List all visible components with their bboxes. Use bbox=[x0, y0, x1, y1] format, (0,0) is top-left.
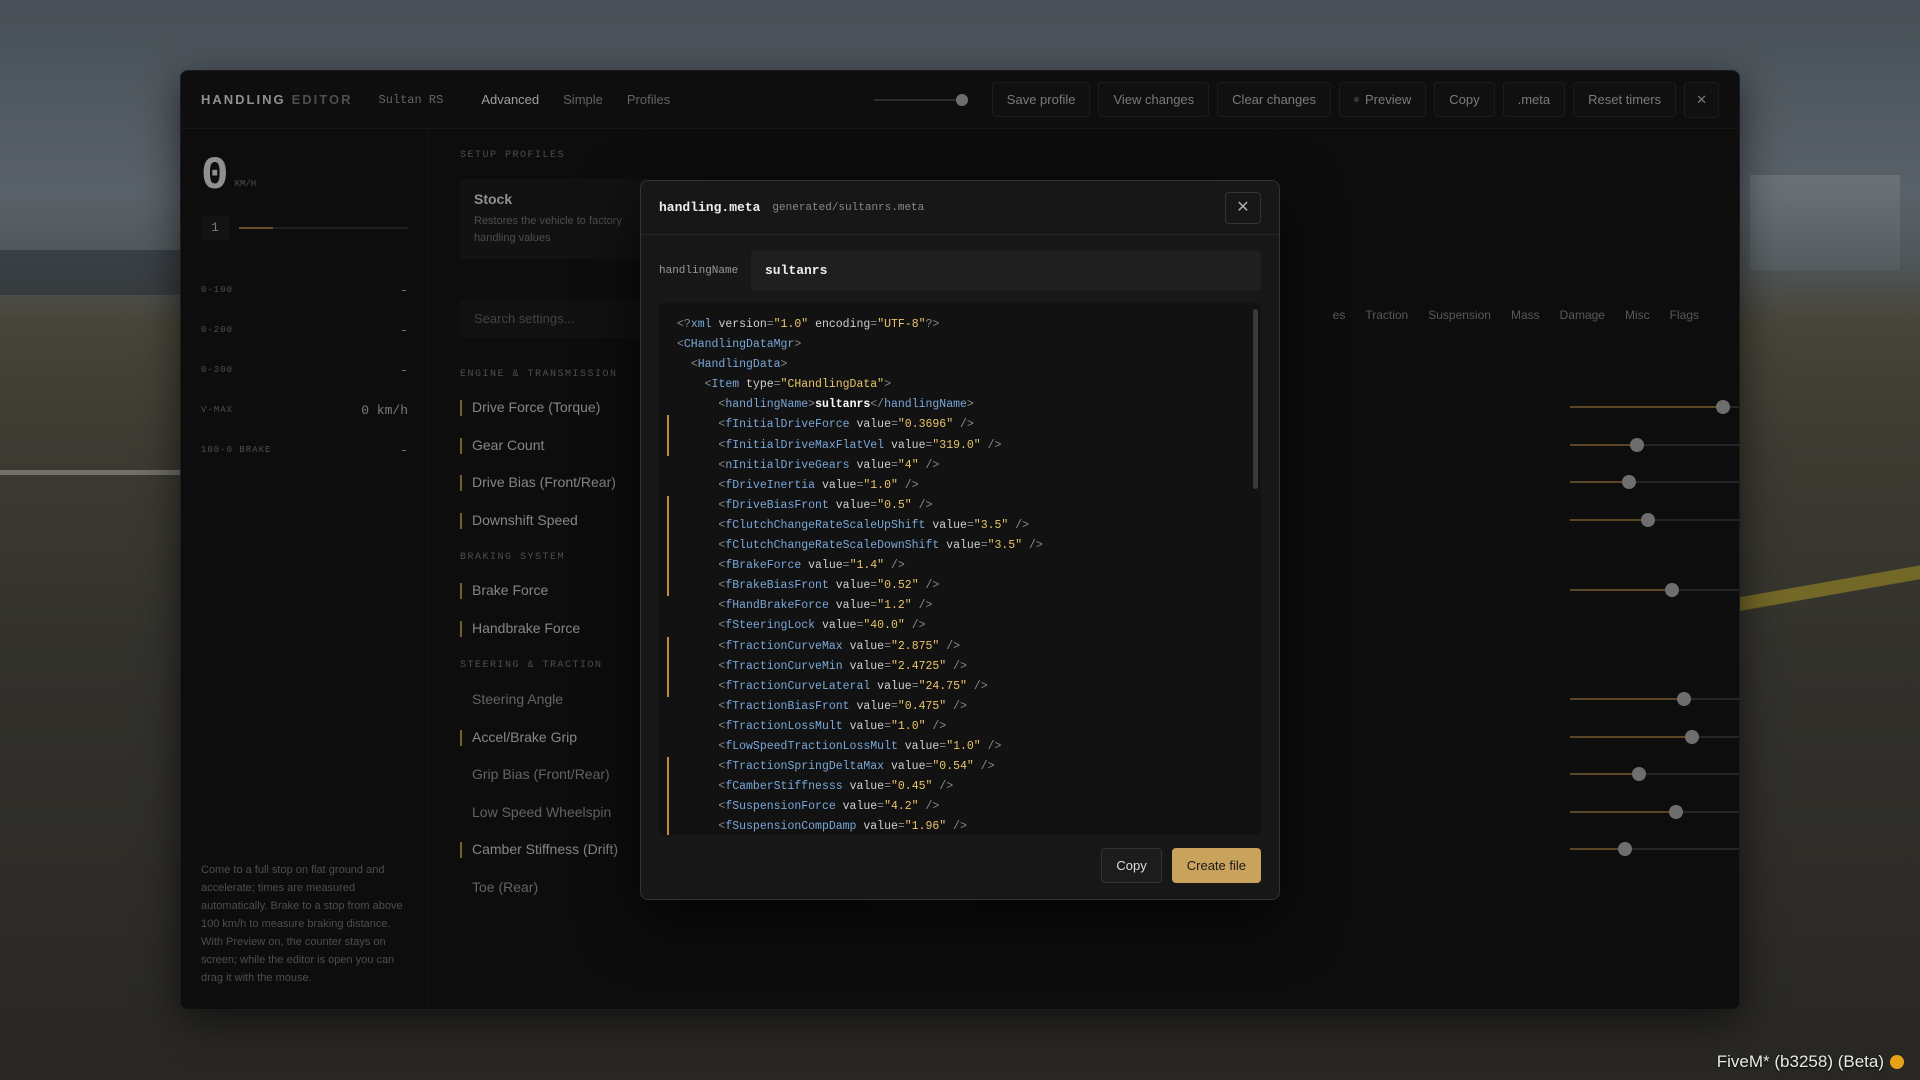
modal-file-path: generated/sultanrs.meta bbox=[772, 201, 925, 214]
handling-name-input[interactable]: sultanrs bbox=[751, 251, 1261, 291]
code-line: <fTractionBiasFront value="0.475" /> bbox=[718, 699, 967, 713]
code-line: <fDriveBiasFront value="0.5" /> bbox=[659, 495, 1261, 517]
code-line: <fTractionCurveMin value="2.4725" /> bbox=[659, 656, 1261, 677]
code-line: <fInitialDriveMaxFlatVel value="319.0" /… bbox=[659, 435, 1261, 456]
copy-button[interactable]: Copy bbox=[1101, 848, 1162, 883]
create-file-button[interactable]: Create file bbox=[1171, 848, 1261, 883]
fivem-build-label: FiveM* (b3258) (Beta) bbox=[1717, 1052, 1904, 1072]
code-line: <fLowSpeedTractionLossMult value="1.0" /… bbox=[718, 739, 1002, 753]
code-line: <fTractionCurveMax value="2.875" /> bbox=[659, 636, 1261, 657]
fivem-logo-icon bbox=[1890, 1055, 1904, 1069]
code-line: <fClutchChangeRateScaleUpShift value="3.… bbox=[659, 515, 1261, 537]
code-line: <Item type="CHandlingData"> bbox=[704, 378, 891, 392]
meta-code-view[interactable]: <?xml version="1.0" encoding="UTF-8"?> <C… bbox=[659, 303, 1261, 835]
code-line: <fClutchChangeRateScaleDownShift value="… bbox=[659, 536, 1261, 557]
handling-name-label: handlingName bbox=[659, 265, 739, 277]
code-line: <fDriveInertia value="1.0" /> bbox=[718, 478, 919, 492]
code-line: <fHandBrakeForce value="1.2" /> bbox=[718, 599, 933, 613]
code-line: <fBrakeBiasFront value="0.52" /> bbox=[659, 576, 1261, 597]
code-line: <handlingName>sultanrs</handlingName> bbox=[718, 398, 974, 412]
code-line: <fSteeringLock value="40.0" /> bbox=[718, 619, 926, 633]
code-line: <?xml version="1.0" encoding="UTF-8"?> bbox=[677, 318, 940, 331]
code-line: <fCamberStiffnesss value="0.45" /> bbox=[659, 777, 1261, 798]
code-line: <HandlingData> bbox=[690, 358, 788, 372]
code-line: <fSuspensionCompDamp value="1.96" /> bbox=[659, 817, 1261, 835]
code-line: <CHandlingDataMgr> bbox=[677, 338, 802, 352]
code-line: <fSuspensionForce value="4.2" /> bbox=[659, 797, 1261, 818]
code-line: <fTractionCurveLateral value="24.75" /> bbox=[659, 676, 1261, 697]
code-line: <nInitialDriveGears value="4" /> bbox=[718, 458, 940, 472]
code-line: <fTractionSpringDeltaMax value="0.54" /> bbox=[659, 757, 1261, 778]
close-icon[interactable]: ✕ bbox=[1225, 191, 1261, 224]
modal-title: handling.meta bbox=[659, 200, 761, 215]
meta-file-modal: handling.meta generated/sultanrs.meta ✕ … bbox=[640, 180, 1280, 900]
code-line: <fBrakeForce value="1.4" /> bbox=[659, 556, 1261, 577]
code-line: <fInitialDriveForce value="0.3696" /> bbox=[659, 415, 1261, 436]
code-line: <fTractionLossMult value="1.0" /> bbox=[718, 719, 947, 733]
